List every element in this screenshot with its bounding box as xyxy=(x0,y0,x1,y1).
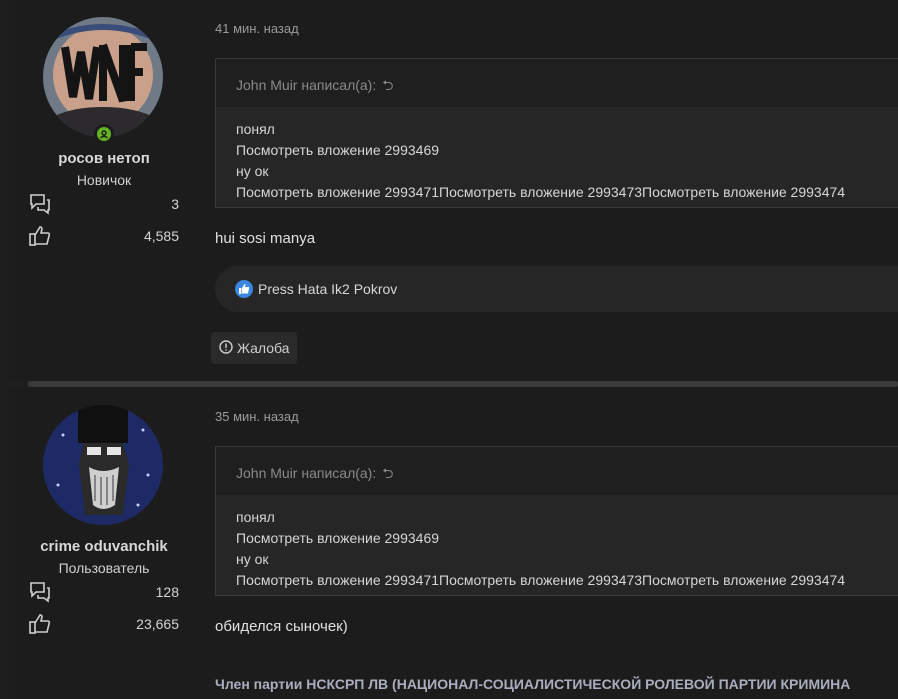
messages-icon xyxy=(29,581,51,608)
quote-block: John Muir написал(а): ⮌ понял Посмотреть … xyxy=(215,58,898,208)
quote-header[interactable]: John Muir написал(а): ⮌ xyxy=(216,59,898,107)
thumbs-up-icon xyxy=(29,225,51,252)
go-to-quote-icon[interactable]: ⮌ xyxy=(382,465,393,481)
quote-line: понял xyxy=(236,121,275,137)
messages-count: 3 xyxy=(171,196,179,212)
go-to-quote-icon[interactable]: ⮌ xyxy=(382,77,393,93)
post: росов нетоп Новичок 3 4,585 41 мин. наза… xyxy=(9,0,898,381)
reactions-count: 4,585 xyxy=(143,228,179,244)
quote-line: понял xyxy=(236,509,275,525)
user-title: Новичок xyxy=(76,172,132,188)
reaction-users[interactable]: Press Hata Ik2 Pokrov xyxy=(258,281,397,297)
reactions-count: 23,665 xyxy=(136,616,179,632)
avatar[interactable] xyxy=(43,405,163,525)
avatar[interactable] xyxy=(43,17,163,137)
report-button[interactable]: Жалоба xyxy=(211,332,298,364)
attachment-link[interactable]: Посмотреть вложение 2993471Посмотреть вл… xyxy=(236,570,898,591)
online-status-icon xyxy=(94,124,114,144)
quote-author[interactable]: John Muir написал(а): xyxy=(236,465,376,481)
messages-stat: 3 xyxy=(29,193,179,215)
messages-stat: 128 xyxy=(29,581,179,603)
quote-body: понял Посмотреть вложение 2993469 ну ок … xyxy=(216,107,898,207)
warning-icon xyxy=(219,339,233,357)
username[interactable]: росов нетоп xyxy=(9,150,199,167)
quote-line: ну ок xyxy=(236,163,269,179)
post-time[interactable]: 35 мин. назад xyxy=(215,409,299,424)
message-text: обиделся сыночек) xyxy=(215,618,348,635)
reactions-stat: 23,665 xyxy=(29,613,179,635)
attachment-link[interactable]: Посмотреть вложение 2993471Посмотреть вл… xyxy=(236,182,898,203)
quote-author[interactable]: John Muir написал(а): xyxy=(236,77,376,93)
quote-header[interactable]: John Muir написал(а): ⮌ xyxy=(216,447,898,495)
reactions-stat: 4,585 xyxy=(29,225,179,247)
post-time[interactable]: 41 мин. назад xyxy=(215,21,299,36)
user-info: росов нетоп Новичок 3 4,585 xyxy=(9,0,199,381)
messages-count: 128 xyxy=(155,584,179,600)
signature: Член партии НСКСРП ЛВ (НАЦИОНАЛ-СОЦИАЛИС… xyxy=(215,676,851,692)
attachment-link[interactable]: Посмотреть вложение 2993469 xyxy=(236,140,898,161)
post-content: 35 мин. назад John Muir написал(а): ⮌ пон… xyxy=(215,387,898,699)
post-content: 41 мин. назад John Muir написал(а): ⮌ пон… xyxy=(211,0,898,381)
post: crime oduvanchik Пользователь 128 23,665… xyxy=(9,387,898,699)
quote-block: John Muir написал(а): ⮌ понял Посмотреть … xyxy=(215,446,898,596)
reactions-bar[interactable]: Press Hata Ik2 Pokrov xyxy=(215,266,898,312)
message-text: hui sosi manya xyxy=(215,230,316,247)
thumbs-up-icon xyxy=(29,613,51,640)
like-icon xyxy=(235,280,253,298)
messages-icon xyxy=(29,193,51,220)
username[interactable]: crime oduvanchik xyxy=(9,538,199,555)
report-label: Жалоба xyxy=(237,340,290,356)
quote-body: понял Посмотреть вложение 2993469 ну ок … xyxy=(216,495,898,595)
user-title: Пользователь xyxy=(58,560,150,576)
user-info: crime oduvanchik Пользователь 128 23,665 xyxy=(9,387,199,699)
quote-line: ну ок xyxy=(236,551,269,567)
attachment-link[interactable]: Посмотреть вложение 2993469 xyxy=(236,528,898,549)
